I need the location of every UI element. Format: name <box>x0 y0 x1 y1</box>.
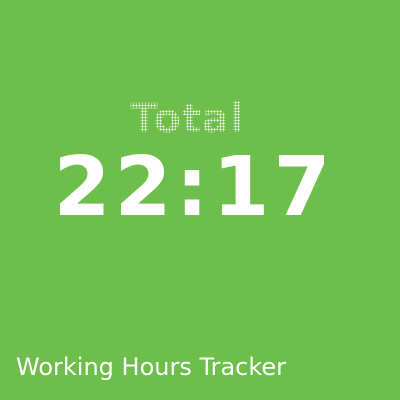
live-tile[interactable]: Total 22:17 Working Hours Tracker <box>0 0 400 400</box>
app-title: Working Hours Tracker <box>16 353 287 381</box>
total-time-value: 22:17 <box>53 140 335 235</box>
total-label: Total <box>0 95 375 143</box>
